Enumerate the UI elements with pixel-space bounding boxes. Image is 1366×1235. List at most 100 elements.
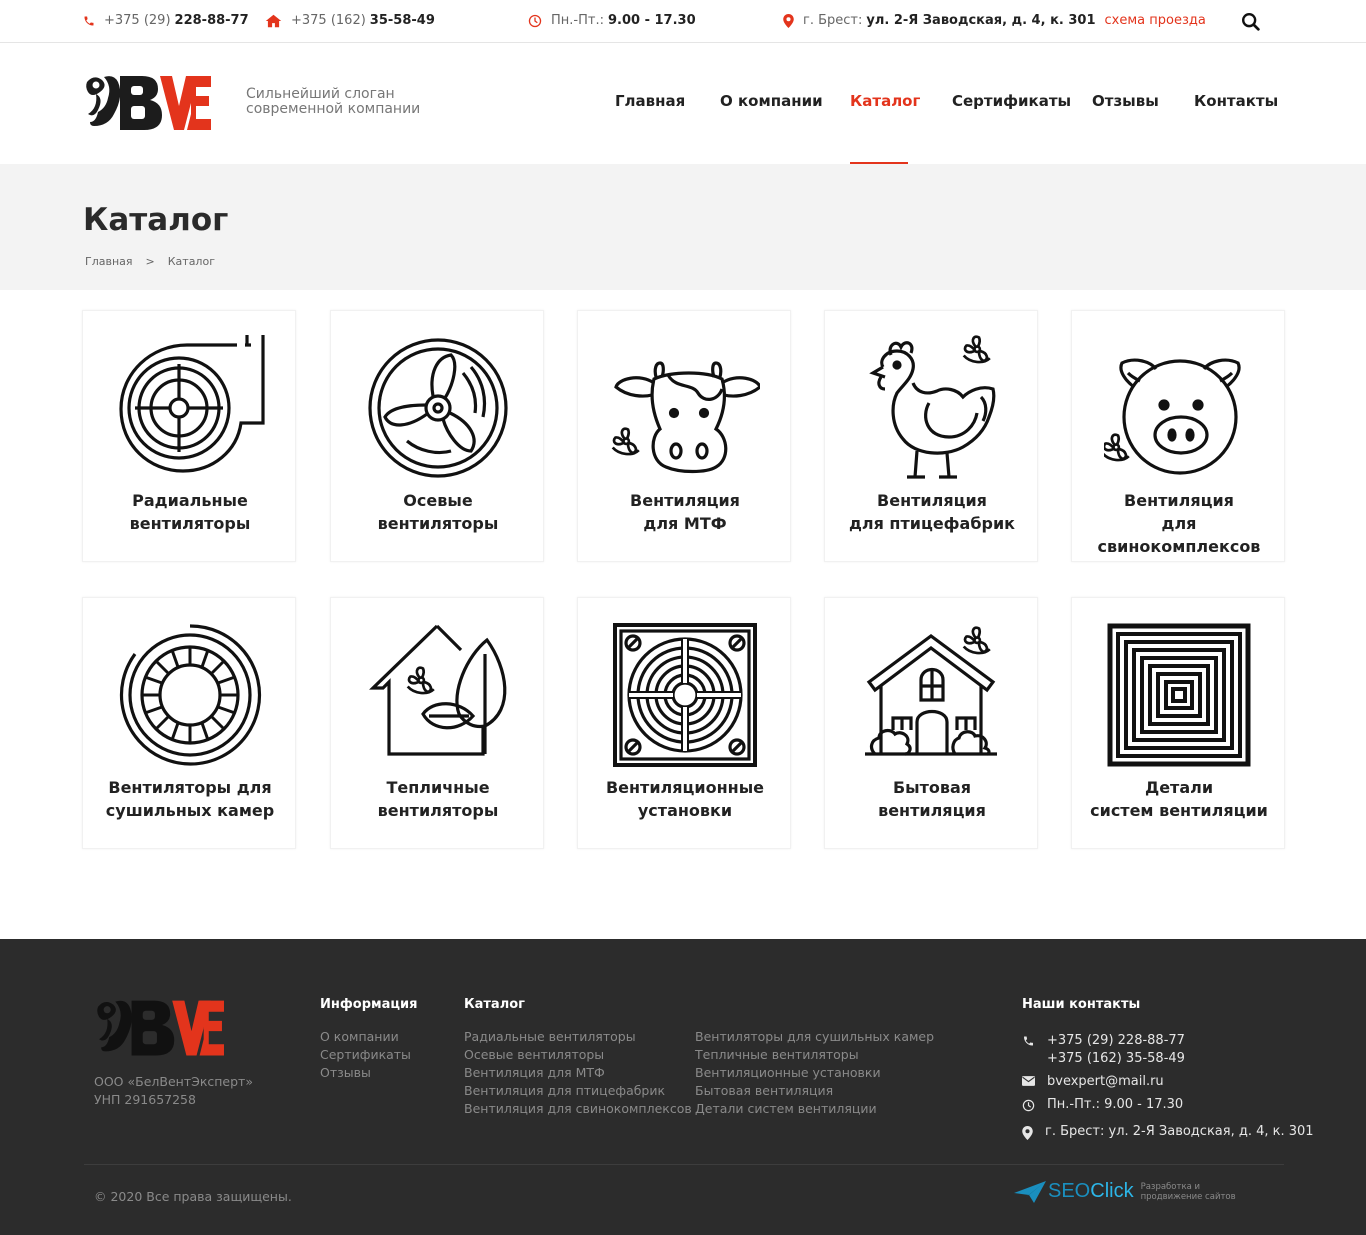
footer-link-about[interactable]: О компании: [320, 1028, 411, 1046]
card-title-line-2: вентиляторы: [377, 514, 499, 533]
footer-email[interactable]: bvexpert@mail.ru: [1047, 1073, 1164, 1091]
footer-address-row: г. Брест: ул. 2-Я Заводская, д. 4, к. 30…: [1022, 1123, 1314, 1141]
copyright: © 2020 Все права защищены.: [94, 1189, 292, 1204]
header: Сильнейший слоган современной компании Г…: [0, 44, 1366, 164]
radial-fan-icon: [119, 335, 265, 473]
location-pin-icon: [1022, 1126, 1033, 1140]
nav-catalog[interactable]: Каталог: [850, 92, 920, 110]
mail-icon: [1022, 1076, 1035, 1086]
card-title-line-1: Вентиляция: [1124, 491, 1234, 510]
footer-logo[interactable]: [95, 996, 225, 1058]
top-phone-2[interactable]: +375 (162) 35-58-49: [265, 13, 435, 28]
developer-brand: SEOClick: [1048, 1180, 1134, 1203]
footer-catalog-link[interactable]: Вентиляция для свинокомплексов: [464, 1100, 692, 1118]
address-value: ул. 2-Я Заводская, д. 4, к. 301: [866, 13, 1096, 28]
search-icon: [1242, 13, 1260, 31]
top-hours: Пн.-Пт.: 9.00 - 17.30: [528, 13, 696, 28]
footer-contacts-heading: Наши контакты: [1022, 997, 1141, 1012]
footer-catalog-link[interactable]: Тепличные вентиляторы: [695, 1046, 934, 1064]
phone-1-code: +375 (29): [104, 13, 171, 28]
breadcrumb-separator: >: [145, 255, 155, 268]
breadcrumb-home[interactable]: Главная: [85, 255, 133, 268]
card-title: Осевые вентиляторы: [331, 489, 545, 535]
card-title: Бытовая вентиляция: [825, 776, 1039, 822]
footer-catalog-list-1: Радиальные вентиляторы Осевые вентилятор…: [464, 1028, 692, 1118]
catalog-card-household-ventilation[interactable]: Бытовая вентиляция: [824, 597, 1038, 849]
card-title: Вентиляция для птицефабрик: [825, 489, 1039, 535]
catalog-card-ventilation-units[interactable]: Вентиляционные установки: [577, 597, 791, 849]
footer-catalog-link[interactable]: Бытовая вентиляция: [695, 1082, 934, 1100]
axial-fan-icon: [368, 338, 508, 478]
breadcrumb-current: Каталог: [167, 255, 215, 268]
clock-icon: [528, 14, 542, 27]
ventilation-unit-icon: [613, 623, 757, 767]
footer-catalog-link[interactable]: Вентиляция для птицефабрик: [464, 1082, 692, 1100]
card-title-line-2: сушильных камер: [105, 801, 275, 820]
address-label: г. Брест:: [803, 13, 863, 28]
search-button[interactable]: [1240, 11, 1262, 33]
nav-about[interactable]: О компании: [720, 92, 823, 110]
card-title: Вентиляционные установки: [578, 776, 792, 822]
footer-catalog-link[interactable]: Детали систем вентиляции: [695, 1100, 934, 1118]
card-title: Радиальные вентиляторы: [83, 489, 297, 535]
developer-text: Разработка и продвижение сайтов: [1141, 1182, 1241, 1202]
catalog-card-mtf-ventilation[interactable]: Вентиляция для МТФ: [577, 310, 791, 562]
catalog-card-poultry-ventilation[interactable]: Вентиляция для птицефабрик: [824, 310, 1038, 562]
catalog-card-pig-ventilation[interactable]: Вентиляция для свинокомплексов: [1071, 310, 1285, 562]
developer-credit[interactable]: SEOClick Разработка и продвижение сайтов: [1014, 1180, 1241, 1203]
card-title-line-2: для свинокомплексов: [1097, 514, 1261, 556]
footer-catalog-link[interactable]: Вентиляторы для сушильных камер: [695, 1028, 934, 1046]
card-title-line-2: для МТФ: [643, 514, 727, 533]
catalog-card-ventilation-parts[interactable]: Детали систем вентиляции: [1071, 597, 1285, 849]
card-title-line-1: Вентиляция: [630, 491, 740, 510]
footer-phones: +375 (29) 228-88-77 +375 (162) 35-58-49: [1022, 1032, 1185, 1068]
card-title-line-1: Осевые: [403, 491, 473, 510]
greenhouse-icon: [369, 624, 507, 756]
nav-home[interactable]: Главная: [615, 92, 685, 110]
catalog-card-drying-fans[interactable]: Вентиляторы для сушильных камер: [82, 597, 296, 849]
developer-brand-b: Click: [1090, 1180, 1134, 1202]
card-title: Вентиляция для свинокомплексов: [1072, 489, 1286, 558]
card-title-line-2: вентиляторы: [377, 801, 499, 820]
catalog-card-axial-fans[interactable]: Осевые вентиляторы: [330, 310, 544, 562]
phone-icon: [1024, 1036, 1033, 1046]
grille-icon: [1107, 623, 1251, 767]
phone-2-code: +375 (162): [291, 13, 366, 28]
company-logo[interactable]: [84, 72, 212, 132]
catalog-card-greenhouse-fans[interactable]: Тепличные вентиляторы: [330, 597, 544, 849]
footer-phone-2[interactable]: +375 (162) 35-58-49: [1047, 1050, 1185, 1068]
footer-catalog-link[interactable]: Вентиляция для МТФ: [464, 1064, 692, 1082]
footer-company: ООО «БелВентЭксперт» УНП 291657258: [94, 1073, 253, 1109]
footer-info-links: О компании Сертификаты Отзывы: [320, 1028, 411, 1082]
top-bar: +375 (29) 228-88-77 +375 (162) 35-58-49 …: [0, 0, 1366, 43]
card-title-line-1: Детали: [1144, 778, 1214, 797]
card-title: Детали систем вентиляции: [1072, 776, 1286, 822]
phone-2-number: 35-58-49: [369, 13, 435, 28]
footer-link-certificates[interactable]: Сертификаты: [320, 1046, 411, 1064]
footer-catalog-link[interactable]: Вентиляционные установки: [695, 1064, 934, 1082]
nav-reviews[interactable]: Отзывы: [1092, 92, 1159, 110]
card-title-line-1: Вентиляторы для: [108, 778, 272, 797]
drying-fan-icon: [119, 624, 262, 766]
card-title-line-1: Вентиляционные: [605, 778, 765, 797]
developer-text-2: продвижение сайтов: [1140, 1191, 1236, 1202]
catalog-card-radial-fans[interactable]: Радиальные вентиляторы: [82, 310, 296, 562]
footer-catalog-link[interactable]: Радиальные вентиляторы: [464, 1028, 692, 1046]
map-link[interactable]: схема проезда: [1105, 13, 1206, 28]
cow-icon: [611, 361, 760, 474]
top-address: г. Брест: ул. 2-Я Заводская, д. 4, к. 30…: [783, 13, 1206, 28]
footer-info-heading: Информация: [320, 997, 418, 1012]
home-icon: [265, 14, 282, 27]
nav-contacts[interactable]: Контакты: [1194, 92, 1278, 110]
nav-certificates[interactable]: Сертификаты: [952, 92, 1071, 110]
footer-catalog-link[interactable]: Осевые вентиляторы: [464, 1046, 692, 1064]
card-title-line-1: Бытовая: [892, 778, 972, 797]
house-icon: [865, 626, 997, 756]
company-unp: УНП 291657258: [94, 1092, 196, 1107]
footer-link-reviews[interactable]: Отзывы: [320, 1064, 411, 1082]
location-pin-icon: [783, 13, 794, 28]
footer-phone-1[interactable]: +375 (29) 228-88-77: [1047, 1032, 1185, 1050]
card-title-line-2: для птицефабрик: [848, 514, 1016, 533]
top-phone-1[interactable]: +375 (29) 228-88-77: [83, 13, 249, 28]
phone-icon: [84, 16, 94, 25]
